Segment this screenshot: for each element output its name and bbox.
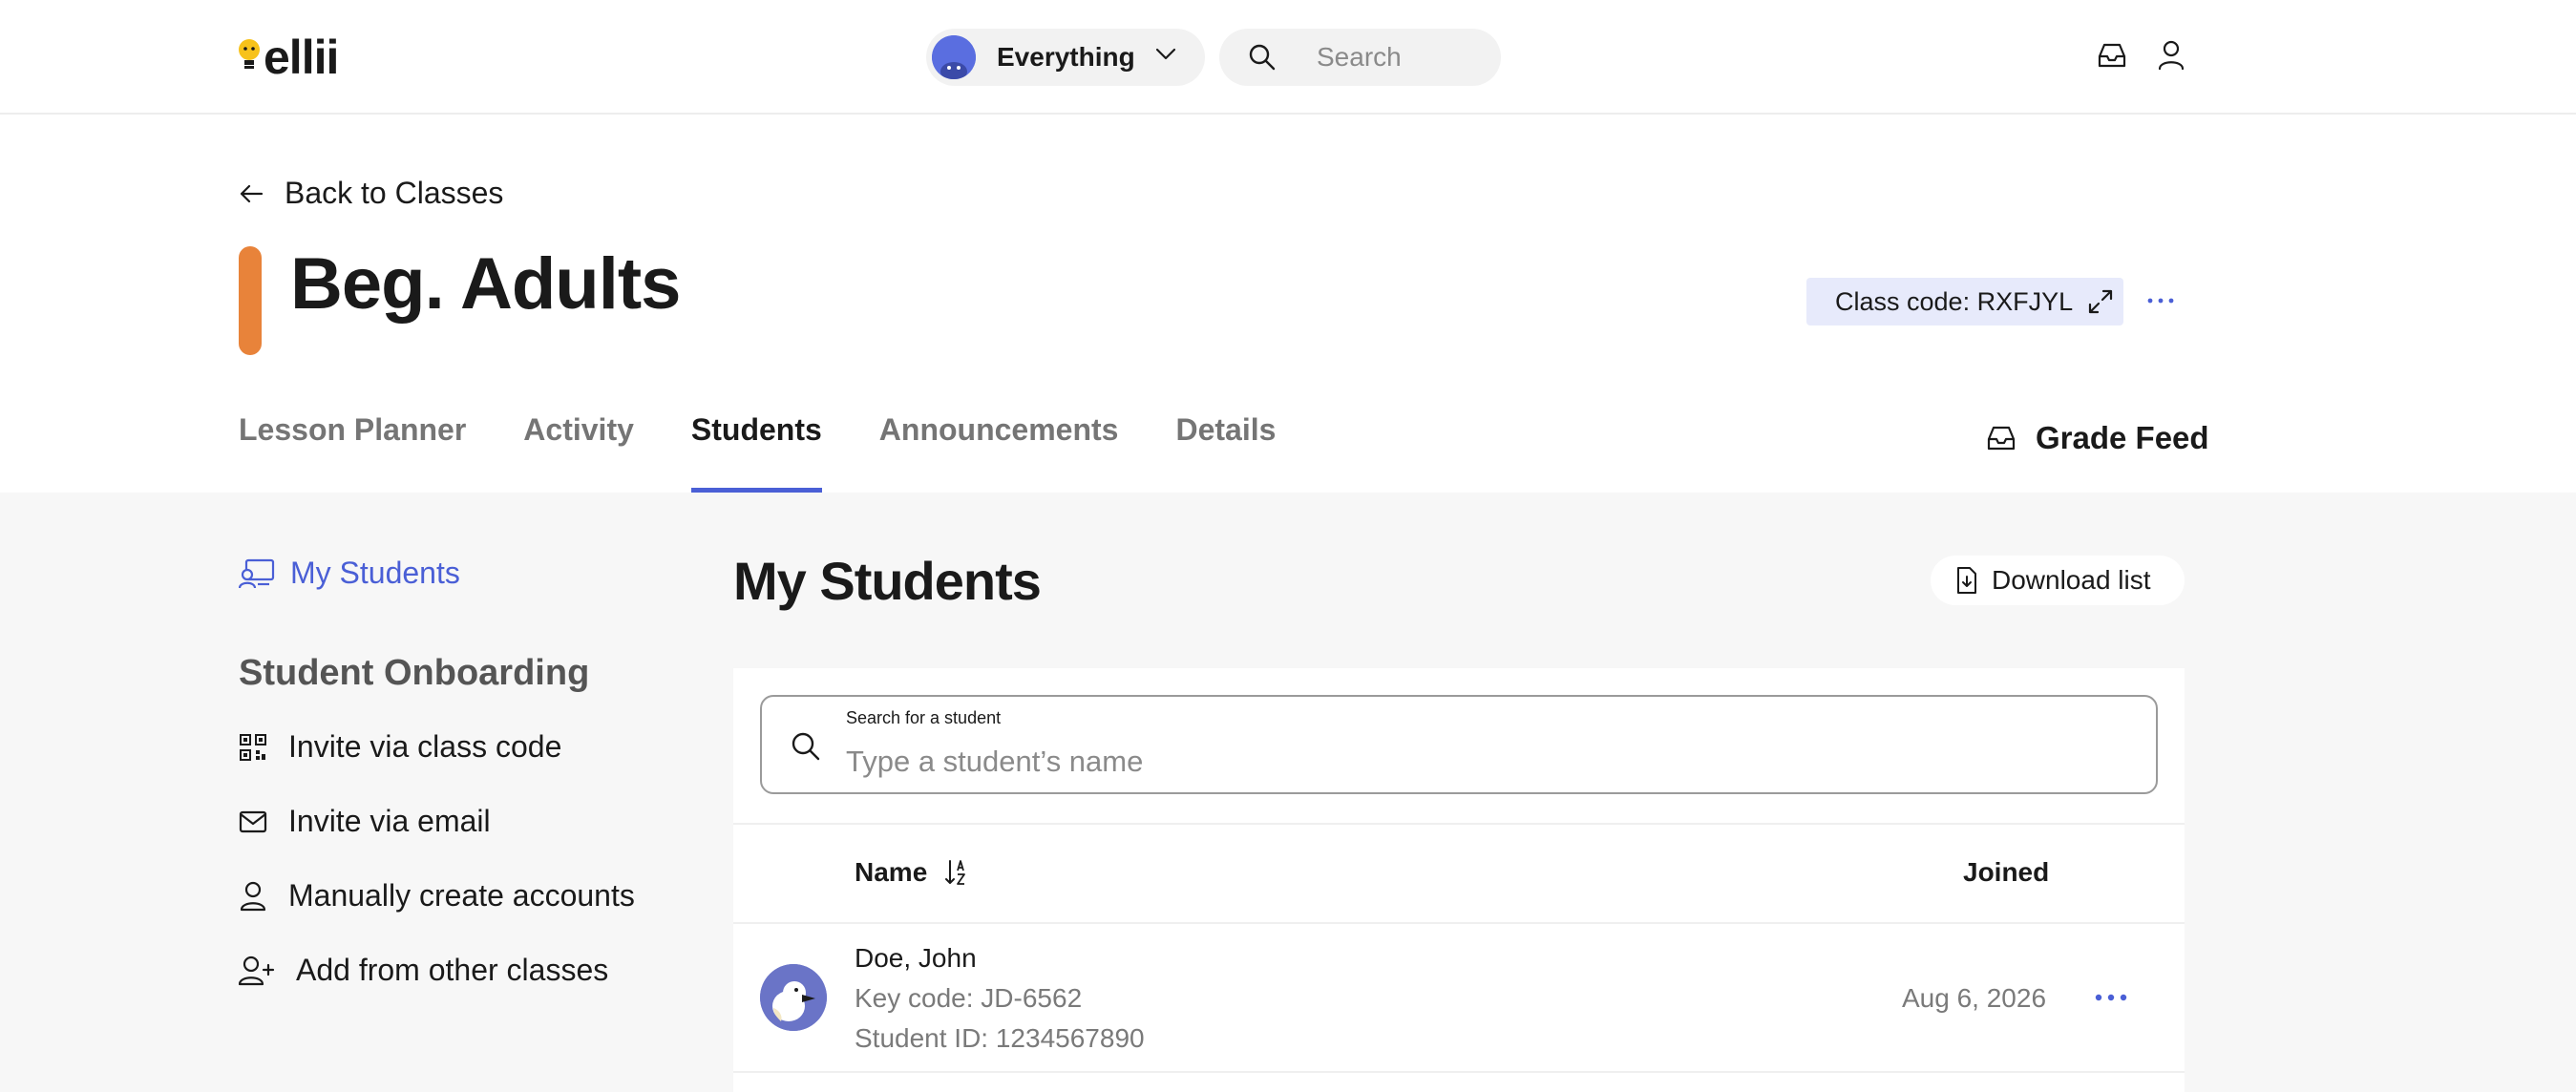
search-icon: [1219, 43, 1277, 72]
arrow-left-icon: [239, 183, 285, 204]
sidebar-item-invite-class-code[interactable]: Invite via class code: [239, 729, 561, 765]
students-panel: Search for a student Type a student’s na…: [733, 668, 2185, 1092]
sidebar-item-manually-create[interactable]: Manually create accounts: [239, 878, 635, 914]
avatar: [760, 964, 827, 1031]
scope-avatar: [932, 35, 976, 79]
sidebar-item-my-students[interactable]: My Students: [239, 556, 460, 591]
class-color-bar: [239, 246, 262, 355]
tab-details[interactable]: Details: [1175, 412, 1276, 493]
student-id: Student ID: 1234567890: [855, 1023, 1145, 1053]
expand-icon: [2073, 287, 2115, 316]
tab-activity[interactable]: Activity: [523, 412, 634, 493]
name-column-label: Name: [855, 857, 928, 887]
sidebar-item-add-from-other-classes[interactable]: Add from other classes: [239, 953, 608, 988]
student-search-placeholder: Type a student’s name: [846, 745, 1144, 778]
teacher-board-icon: [239, 557, 290, 590]
class-tabs: Lesson Planner Activity Students Announc…: [239, 412, 1333, 493]
back-link-label: Back to Classes: [285, 176, 504, 210]
student-search-label: Search for a student: [846, 708, 1002, 727]
student-joined-date: Aug 6, 2026: [1902, 983, 2047, 1013]
class-code-label: Class code: RXFJYL: [1835, 286, 2074, 316]
user-profile-icon[interactable]: [2157, 40, 2185, 75]
global-search-input[interactable]: Search: [1219, 29, 1501, 86]
tab-lesson-planner[interactable]: Lesson Planner: [239, 412, 466, 493]
download-list-label: Download list: [1992, 565, 2151, 595]
student-onboarding-heading: Student Onboarding: [239, 653, 590, 693]
grade-feed-label: Grade Feed: [2036, 420, 2209, 455]
sidebar-item-label: Invite via class code: [288, 729, 562, 764]
class-more-options-icon[interactable]: [2146, 286, 2175, 320]
sort-az-icon[interactable]: [927, 858, 969, 887]
class-title: Beg. Adults: [290, 243, 681, 325]
file-download-icon: [1955, 566, 1992, 595]
download-list-button[interactable]: Download list: [1931, 556, 2185, 605]
person-add-icon: [239, 956, 296, 986]
divider: [733, 1071, 2185, 1073]
sidebar-item-label: My Students: [290, 556, 460, 590]
lightbulb-icon: [237, 36, 262, 78]
top-navigation-bar: ellii Everything Search: [0, 0, 2576, 115]
student-name[interactable]: Doe, John: [855, 943, 977, 974]
row-more-options-icon[interactable]: [2095, 991, 2127, 1008]
sidebar-item-invite-email[interactable]: Invite via email: [239, 804, 491, 839]
sidebar-item-label: Invite via email: [288, 804, 491, 838]
name-column-header[interactable]: Name: [855, 857, 969, 888]
tab-announcements[interactable]: Announcements: [879, 412, 1119, 493]
inbox-icon[interactable]: [2097, 40, 2127, 75]
scope-label: Everything: [997, 42, 1135, 72]
divider: [733, 922, 2185, 924]
scope-selector[interactable]: Everything: [926, 29, 1205, 86]
class-code-button[interactable]: Class code: RXFJYL: [1806, 278, 2123, 326]
divider: [733, 823, 2185, 825]
person-icon: [239, 881, 288, 912]
grade-feed-button[interactable]: Grade Feed: [1986, 420, 2209, 456]
sidebar-item-label: Manually create accounts: [288, 878, 635, 913]
inbox-icon: [1986, 424, 2036, 452]
joined-column-header: Joined: [1963, 857, 2050, 887]
chevron-down-icon: [1155, 48, 1176, 66]
sidebar-item-label: Add from other classes: [296, 953, 609, 987]
qr-code-icon: [239, 733, 288, 762]
ellii-logo[interactable]: ellii: [237, 31, 339, 84]
logo-text: ellii: [264, 31, 339, 84]
student-key-code: Key code: JD-6562: [855, 983, 1083, 1013]
tab-students[interactable]: Students: [690, 412, 822, 493]
global-search-placeholder: Search: [1317, 42, 1402, 72]
student-search-input[interactable]: Search for a student Type a student’s na…: [760, 695, 2158, 794]
envelope-icon: [239, 810, 288, 833]
my-students-title: My Students: [733, 551, 1042, 611]
back-to-classes-link[interactable]: Back to Classes: [239, 176, 503, 211]
